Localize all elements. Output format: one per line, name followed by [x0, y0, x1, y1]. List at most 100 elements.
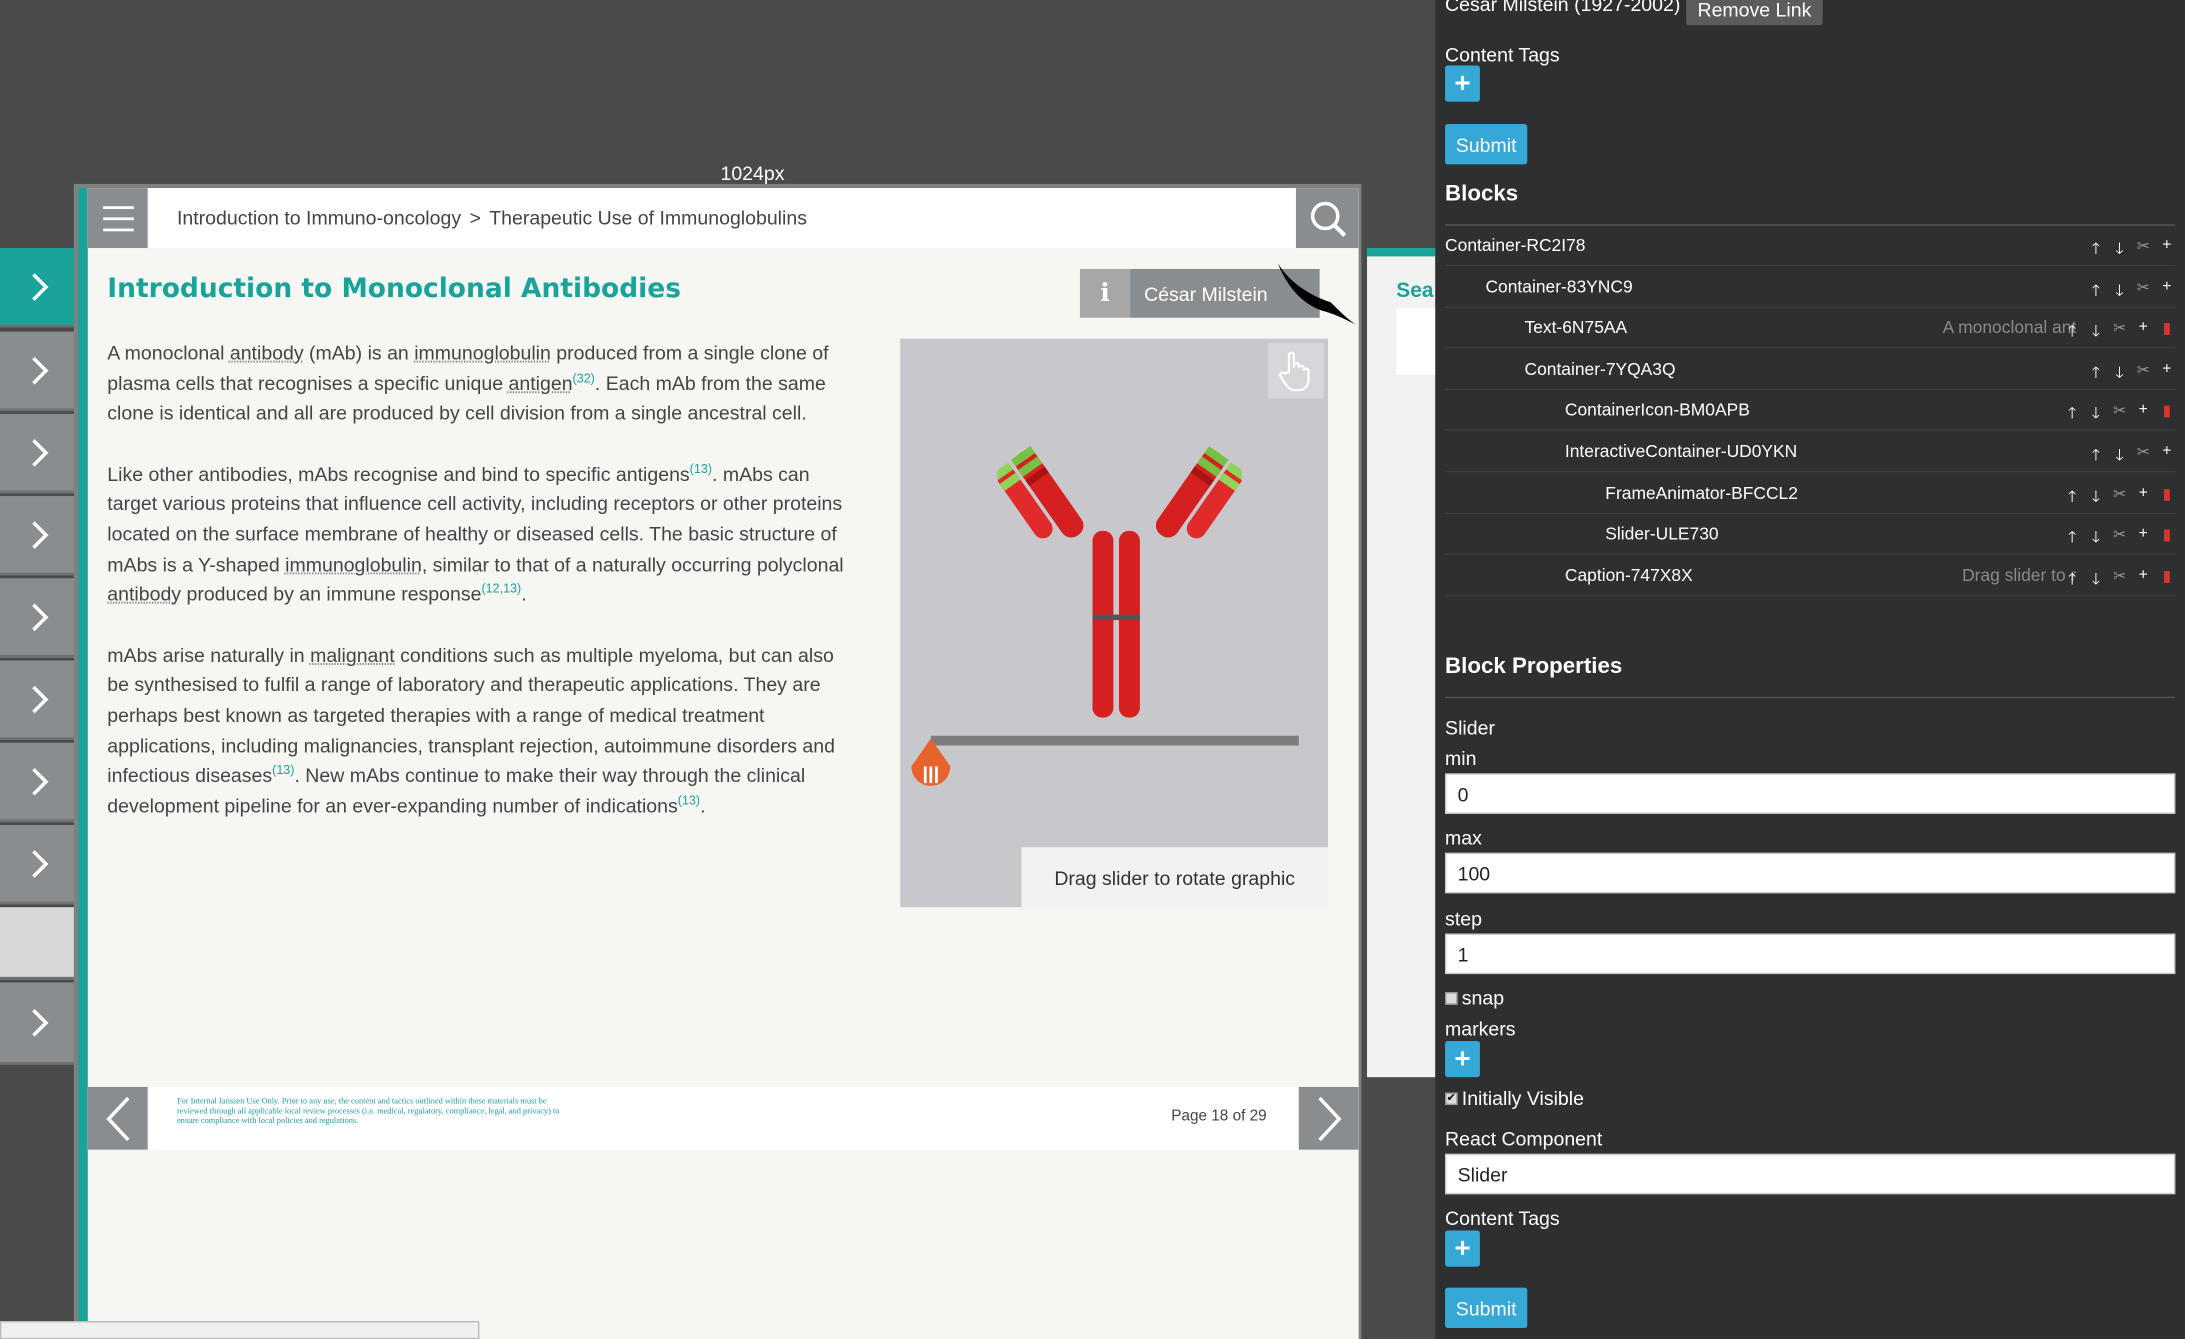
- checkbox-checked-icon[interactable]: ✔: [1445, 1092, 1458, 1105]
- glossary-link[interactable]: antibody: [230, 341, 304, 363]
- block-row[interactable]: Text-6N75AA A monoclonal ant 🡑 🡓 ✂ + ▮: [1445, 308, 2176, 349]
- move-down-icon[interactable]: 🡓: [2087, 525, 2104, 551]
- move-up-icon[interactable]: 🡑: [2087, 443, 2104, 469]
- glossary-link[interactable]: immunoglobulin: [285, 553, 422, 575]
- move-up-icon[interactable]: 🡑: [2064, 525, 2081, 551]
- block-preview: Drag slider to r: [1962, 565, 2077, 586]
- nav-item-8[interactable]: [0, 824, 79, 905]
- reference-link[interactable]: (13): [690, 461, 712, 475]
- block-row[interactable]: ContainerIcon-BM0APB 🡑 🡓 ✂ + ▮: [1445, 390, 2176, 431]
- add-content-tag-button[interactable]: +: [1445, 1230, 1480, 1267]
- nav-item-2[interactable]: [0, 331, 79, 412]
- move-down-icon[interactable]: 🡓: [2111, 361, 2128, 387]
- submit-button[interactable]: Submit: [1445, 1287, 1528, 1329]
- nav-item-1[interactable]: [0, 248, 79, 328]
- cut-icon[interactable]: ✂: [2135, 237, 2152, 263]
- add-content-tag-button[interactable]: +: [1445, 65, 1480, 102]
- block-row[interactable]: Slider-ULE730 🡑 🡓 ✂ + ▮: [1445, 514, 2176, 555]
- add-icon[interactable]: +: [2135, 319, 2152, 345]
- add-icon[interactable]: +: [2159, 237, 2176, 263]
- delete-icon[interactable]: ▮: [2159, 401, 2176, 427]
- move-up-icon[interactable]: 🡑: [2064, 567, 2081, 593]
- move-up-icon[interactable]: 🡑: [2064, 319, 2081, 345]
- cut-icon[interactable]: ✂: [2111, 567, 2128, 593]
- block-row[interactable]: FrameAnimator-BFCCL2 🡑 🡓 ✂ + ▮: [1445, 474, 2176, 515]
- add-icon[interactable]: +: [2135, 401, 2152, 427]
- add-icon[interactable]: +: [2159, 443, 2176, 469]
- block-row[interactable]: Container-RC2I78 🡑 🡓 ✂ +: [1445, 226, 2176, 267]
- hamburger-menu-button[interactable]: [87, 188, 148, 249]
- glossary-link[interactable]: antigen: [509, 371, 573, 393]
- block-row[interactable]: Container-7YQA3Q 🡑 🡓 ✂ +: [1445, 350, 2176, 391]
- glossary-link[interactable]: malignant: [310, 643, 395, 665]
- move-down-icon[interactable]: 🡓: [2111, 279, 2128, 305]
- nav-item-6[interactable]: [0, 660, 79, 740]
- block-row[interactable]: Container-83YNC9 🡑 🡓 ✂ +: [1445, 268, 2176, 308]
- cut-icon[interactable]: ✂: [2135, 361, 2152, 387]
- cut-icon[interactable]: ✂: [2111, 485, 2128, 511]
- cut-icon[interactable]: ✂: [2111, 525, 2128, 551]
- nav-item-4[interactable]: [0, 496, 79, 576]
- previous-page-button[interactable]: [87, 1086, 148, 1150]
- search-box-partial[interactable]: [1396, 307, 1436, 375]
- next-page-button[interactable]: [1298, 1086, 1359, 1150]
- nav-item-3[interactable]: [0, 413, 79, 494]
- move-up-icon[interactable]: 🡑: [2087, 361, 2104, 387]
- reference-link[interactable]: (13): [678, 793, 700, 807]
- glossary-link[interactable]: immunoglobulin: [414, 341, 551, 363]
- breadcrumb-item[interactable]: Therapeutic Use of Immunoglobulins: [489, 206, 807, 228]
- move-down-icon[interactable]: 🡓: [2111, 443, 2128, 469]
- delete-icon[interactable]: ▮: [2159, 567, 2176, 593]
- nav-item-5[interactable]: [0, 578, 79, 658]
- reference-link[interactable]: (12,13): [481, 582, 521, 596]
- move-up-icon[interactable]: 🡑: [2087, 279, 2104, 305]
- snap-checkbox[interactable]: snap: [1445, 987, 1504, 1009]
- slider-handle[interactable]: [909, 738, 954, 795]
- cut-icon[interactable]: ✂: [2111, 319, 2128, 345]
- add-icon[interactable]: +: [2135, 485, 2152, 511]
- submit-button[interactable]: Submit: [1445, 124, 1528, 165]
- step-input[interactable]: 1: [1445, 933, 2176, 975]
- move-down-icon[interactable]: 🡓: [2111, 237, 2128, 263]
- react-component-input[interactable]: Slider: [1445, 1153, 2176, 1195]
- move-down-icon[interactable]: 🡓: [2087, 485, 2104, 511]
- block-row[interactable]: InteractiveContainer-UD0YKN 🡑 🡓 ✂ +: [1445, 432, 2176, 473]
- cut-icon[interactable]: ✂: [2111, 401, 2128, 427]
- interaction-hint-button[interactable]: [1268, 342, 1324, 399]
- move-up-icon[interactable]: 🡑: [2087, 237, 2104, 263]
- cut-icon[interactable]: ✂: [2135, 443, 2152, 469]
- glossary-link[interactable]: antibody: [107, 583, 181, 605]
- cut-icon[interactable]: ✂: [2135, 279, 2152, 305]
- block-row[interactable]: Caption-747X8X Drag slider to r 🡑 🡓 ✂ + ▮: [1445, 556, 2176, 597]
- move-down-icon[interactable]: 🡓: [2087, 319, 2104, 345]
- move-up-icon[interactable]: 🡑: [2064, 485, 2081, 511]
- nav-item-9[interactable]: [0, 982, 79, 1065]
- person-info-tab[interactable]: i César Milstein: [1079, 263, 1356, 325]
- add-icon[interactable]: +: [2135, 567, 2152, 593]
- delete-icon[interactable]: ▮: [2159, 319, 2176, 345]
- rotate-slider-track[interactable]: [930, 735, 1299, 746]
- block-controls: 🡑 🡓 ✂ + ▮: [2064, 319, 2175, 345]
- add-icon[interactable]: +: [2135, 525, 2152, 551]
- search-button[interactable]: [1295, 188, 1359, 249]
- remove-link-button[interactable]: Remove Link: [1686, 0, 1823, 26]
- chevron-right-icon: [32, 1008, 49, 1036]
- breadcrumb-item[interactable]: Introduction to Immuno-oncology: [177, 206, 461, 228]
- reference-link[interactable]: (32): [573, 371, 595, 385]
- add-icon[interactable]: +: [2159, 361, 2176, 387]
- add-icon[interactable]: +: [2159, 279, 2176, 305]
- max-input[interactable]: 100: [1445, 852, 2176, 894]
- initially-visible-checkbox[interactable]: ✔ Initially Visible: [1445, 1087, 1584, 1109]
- min-input[interactable]: 0: [1445, 773, 2176, 814]
- nav-item-blank[interactable]: [0, 907, 79, 980]
- checkbox-icon[interactable]: [1445, 991, 1458, 1005]
- delete-icon[interactable]: ▮: [2159, 525, 2176, 551]
- horizontal-scrollbar[interactable]: [0, 1321, 480, 1339]
- add-marker-button[interactable]: +: [1445, 1040, 1480, 1078]
- move-up-icon[interactable]: 🡑: [2064, 401, 2081, 427]
- move-down-icon[interactable]: 🡓: [2087, 401, 2104, 427]
- reference-link[interactable]: (13): [272, 763, 294, 777]
- nav-item-7[interactable]: [0, 742, 79, 823]
- move-down-icon[interactable]: 🡓: [2087, 567, 2104, 593]
- delete-icon[interactable]: ▮: [2159, 485, 2176, 511]
